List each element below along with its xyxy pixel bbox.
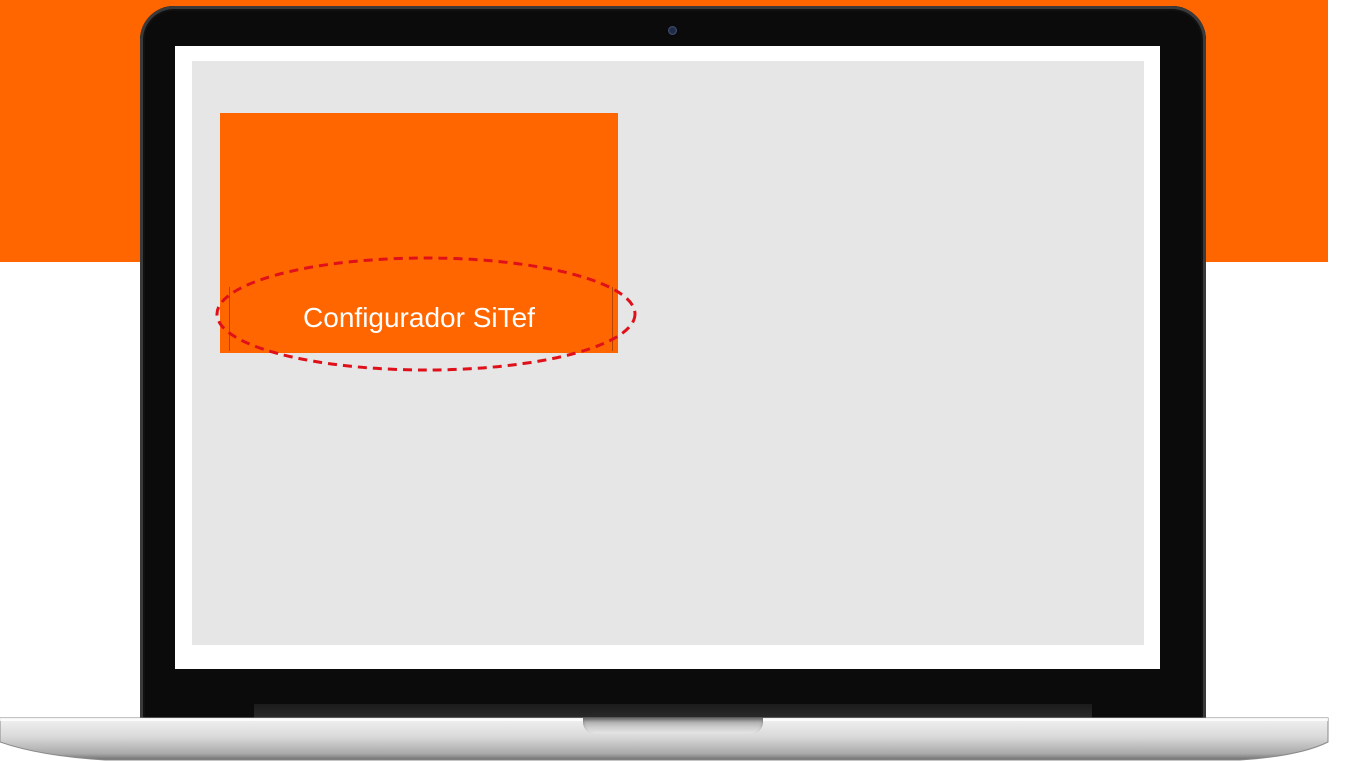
annotation-ellipse bbox=[215, 256, 637, 372]
laptop-opening-notch bbox=[583, 718, 763, 734]
red-dashed-ellipse-annotation bbox=[215, 256, 637, 372]
webcam-icon bbox=[668, 26, 677, 35]
